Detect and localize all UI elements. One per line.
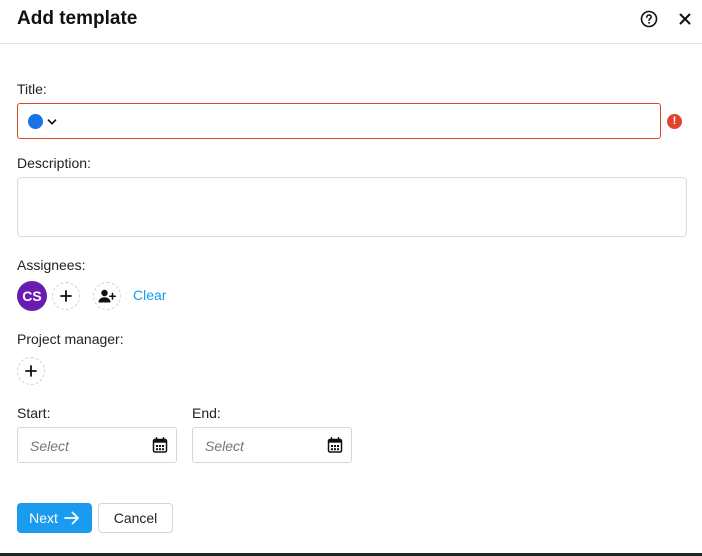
calendar-icon[interactable] — [152, 437, 168, 453]
start-date-field[interactable] — [17, 427, 177, 463]
end-label: End: — [192, 405, 221, 421]
plus-icon — [60, 290, 72, 302]
title-color-picker[interactable] — [28, 114, 43, 129]
help-button[interactable] — [640, 10, 658, 28]
close-icon — [679, 13, 691, 25]
clear-assignees-link[interactable]: Clear — [133, 287, 166, 303]
project-manager-label: Project manager: — [17, 331, 124, 347]
end-date-input[interactable] — [203, 434, 325, 458]
add-user-icon — [98, 289, 116, 303]
start-label: Start: — [17, 405, 51, 421]
dialog-title: Add template — [17, 8, 138, 29]
description-label: Description: — [17, 155, 91, 171]
title-field — [17, 103, 661, 139]
add-user-button[interactable] — [93, 282, 121, 310]
add-assignee-button[interactable] — [52, 282, 80, 310]
plus-icon — [25, 365, 37, 377]
calendar-icon[interactable] — [327, 437, 343, 453]
help-circle-icon — [640, 10, 658, 28]
end-date-field[interactable] — [192, 427, 352, 463]
next-button[interactable]: Next — [17, 503, 92, 533]
error-icon: ! — [667, 114, 682, 129]
chevron-down-icon[interactable] — [47, 117, 57, 127]
add-project-manager-button[interactable] — [17, 357, 45, 385]
close-button[interactable] — [677, 11, 693, 27]
start-date-input[interactable] — [28, 434, 150, 458]
assignees-label: Assignees: — [17, 257, 86, 273]
description-input[interactable] — [17, 177, 687, 237]
cancel-button[interactable]: Cancel — [98, 503, 173, 533]
next-button-label: Next — [29, 510, 58, 526]
title-label: Title: — [17, 81, 47, 97]
dialog-header: Add template — [0, 0, 702, 44]
avatar-initials: CS — [22, 288, 42, 304]
title-input[interactable] — [64, 108, 658, 136]
avatar[interactable]: CS — [17, 281, 47, 311]
arrow-right-icon — [63, 511, 79, 525]
